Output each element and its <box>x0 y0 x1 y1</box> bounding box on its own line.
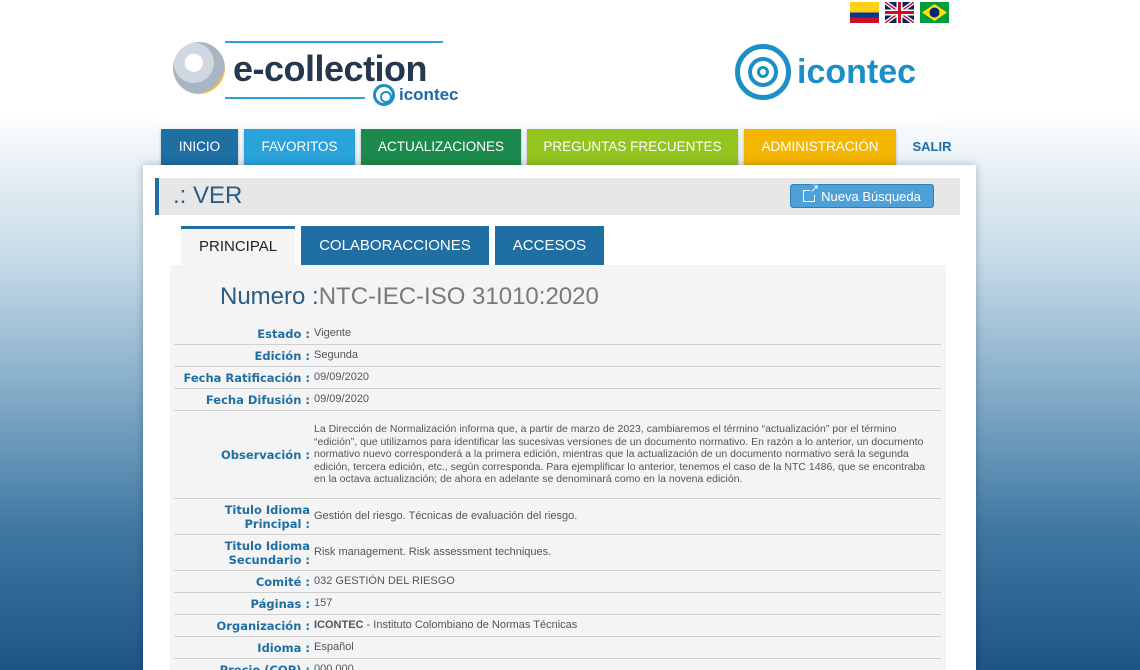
field-value: Gestión del riesgo. Técnicas de evaluaci… <box>314 510 578 522</box>
table-row: Estado : Vigente <box>174 323 941 345</box>
field-value: La Dirección de Normalización informa qu… <box>314 423 926 486</box>
table-row: Fecha Ratificación : 09/09/2020 <box>174 367 941 389</box>
field-label: Comité : <box>255 574 310 589</box>
ecollection-sub-text: icontec <box>399 85 459 104</box>
colombia-flag-icon[interactable] <box>850 2 879 23</box>
logo-line-top <box>225 41 443 43</box>
icontec-small-icon <box>373 84 395 106</box>
table-row: Titulo Idioma Secundario : Risk manageme… <box>174 535 941 571</box>
table-row: Idioma : Español <box>174 637 941 659</box>
field-value: ICONTEC - Instituto Colombiano de Normas… <box>314 615 941 636</box>
new-search-label: Nueva Búsqueda <box>821 188 921 204</box>
org-name: - Instituto Colombiano de Normas Técnica… <box>363 619 578 631</box>
page-title-bar: .: VER Nueva Búsqueda <box>155 178 960 215</box>
tab-accesos[interactable]: ACCESOS <box>494 226 605 265</box>
table-row: Páginas : 157 <box>174 593 941 615</box>
table-row: Organización : ICONTEC - Instituto Colom… <box>174 615 941 637</box>
field-label: Estado : <box>257 326 310 341</box>
tab-colaboraciones[interactable]: COLABORACCIONES <box>301 226 489 265</box>
field-value: 09/09/2020 <box>314 371 370 383</box>
field-label: Fecha Difusión : <box>205 392 310 407</box>
field-value: 09/09/2020 <box>314 393 370 405</box>
table-row: Observación : La Dirección de Normalizac… <box>174 411 941 499</box>
icontec-logo-text: icontec <box>797 52 917 91</box>
field-value: Risk management. Risk assessment techniq… <box>314 546 552 558</box>
main-nav: INICIO FAVORITOS ACTUALIZACIONES PREGUNT… <box>161 129 962 165</box>
numero-label: Numero : <box>220 283 319 310</box>
nav-salir[interactable]: SALIR <box>902 129 962 165</box>
table-row: Titulo Idioma Principal : Gestión del ri… <box>174 499 941 535</box>
details-table: Estado : Vigente Edición : Segunda Fecha… <box>174 323 941 670</box>
new-search-button[interactable]: Nueva Búsqueda <box>790 184 934 208</box>
main-panel: .: VER Nueva Búsqueda PRINCIPAL COLABORA… <box>143 165 976 670</box>
field-value: Segunda <box>314 349 359 361</box>
page-title: .: VER <box>173 182 243 209</box>
tab-principal[interactable]: PRINCIPAL <box>181 226 296 265</box>
table-row: Edición : Segunda <box>174 345 941 367</box>
icontec-ring-icon <box>735 44 791 100</box>
icontec-logo[interactable]: icontec <box>735 44 916 100</box>
field-label: Fecha Ratificación : <box>183 370 310 385</box>
field-value: Español <box>314 641 354 653</box>
nav-favoritos[interactable]: FAVORITOS <box>244 129 355 165</box>
field-value: 032 GESTIÓN DEL RIESGO <box>314 575 455 587</box>
ecollection-sub-logo: icontec <box>373 84 459 106</box>
nav-preguntas-frecuentes[interactable]: PREGUNTAS FRECUENTES <box>527 129 738 165</box>
field-label: Precio (COP) : <box>219 662 310 670</box>
globe-icon <box>173 42 225 94</box>
uk-flag-icon[interactable] <box>885 2 914 23</box>
brazil-flag-icon[interactable] <box>920 2 949 23</box>
table-row: Precio (COP) : 000.000 <box>174 659 941 670</box>
table-row: Fecha Difusión : 09/09/2020 <box>174 389 941 411</box>
nav-inicio[interactable]: INICIO <box>161 129 238 165</box>
table-row: Comité : 032 GESTIÓN DEL RIESGO <box>174 571 941 593</box>
field-label: Organización : <box>216 618 310 633</box>
ecollection-logo[interactable]: e-collection icontec <box>173 38 459 118</box>
org-acronym: ICONTEC <box>314 619 364 631</box>
field-label: Titulo Idioma Secundario : <box>224 538 310 567</box>
field-label: Titulo Idioma Principal : <box>224 502 310 531</box>
field-label: Edición : <box>254 348 310 363</box>
field-label: Páginas : <box>250 596 310 611</box>
detail-tabs: PRINCIPAL COLABORACCIONES ACCESOS <box>181 226 605 265</box>
nav-actualizaciones[interactable]: ACTUALIZACIONES <box>361 129 521 165</box>
document-number: Numero :NTC-IEC-ISO 31010:2020 <box>220 283 599 311</box>
logo-line-bottom <box>225 97 365 99</box>
numero-value: NTC-IEC-ISO 31010:2020 <box>318 283 599 310</box>
nav-administracion[interactable]: ADMINISTRACIÓN <box>744 129 896 165</box>
tab-content: Numero :NTC-IEC-ISO 31010:2020 Estado : … <box>170 265 946 670</box>
header: e-collection icontec icontec <box>157 26 943 122</box>
language-flags <box>850 2 949 23</box>
field-label: Observación : <box>220 447 310 462</box>
field-value: 157 <box>314 597 333 609</box>
field-value: Vigente <box>314 327 352 339</box>
field-value: 000.000 <box>314 663 354 670</box>
field-label: Idioma : <box>257 640 310 655</box>
external-link-icon <box>803 184 820 202</box>
